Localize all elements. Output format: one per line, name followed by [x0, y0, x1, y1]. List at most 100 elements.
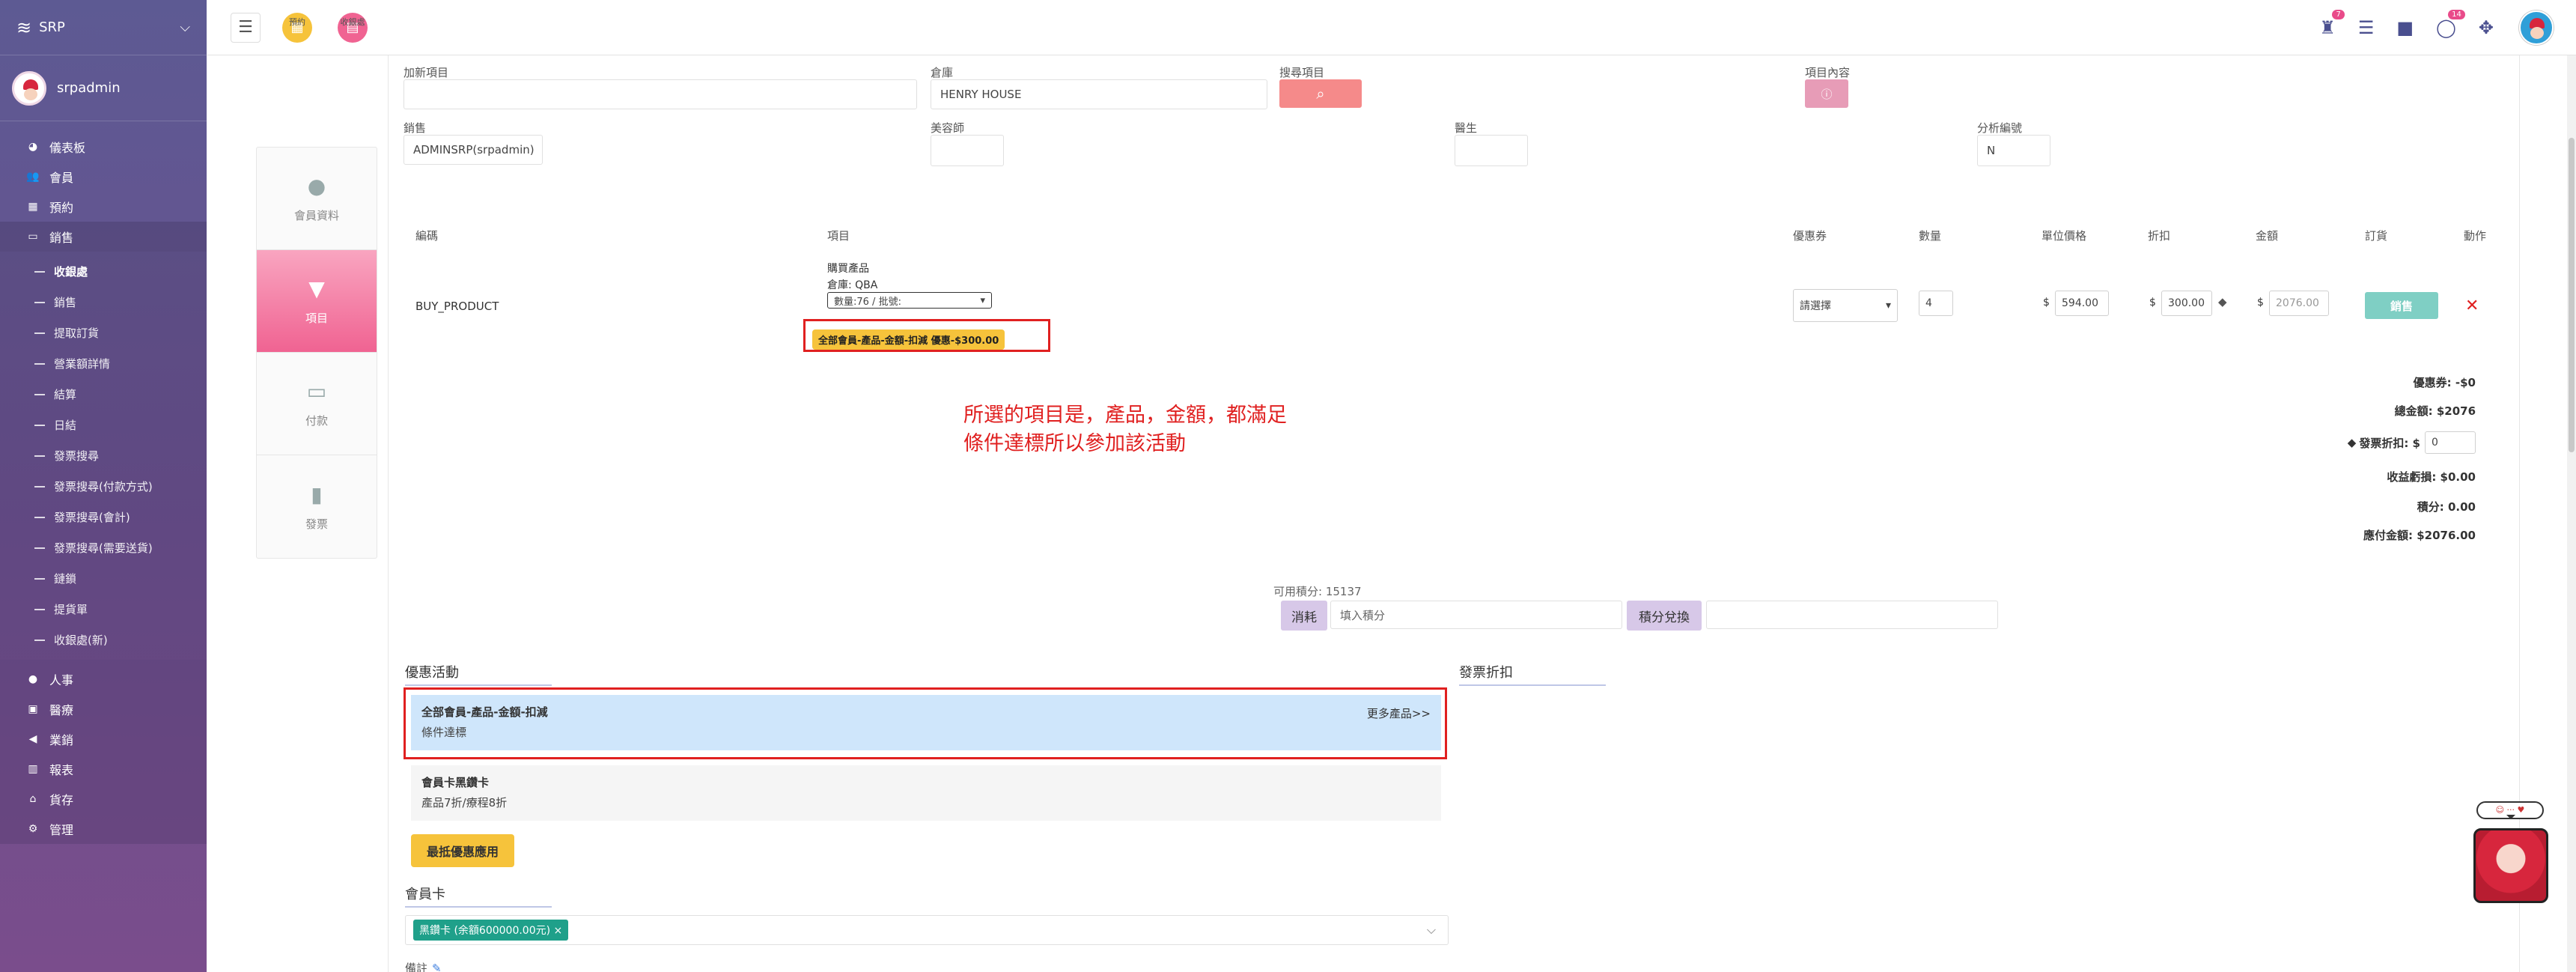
- promo-item-selected[interactable]: 全部會員-產品-金額-扣減 條件達標 更多產品>>: [411, 695, 1441, 750]
- submenu-item-invoice-search-payment[interactable]: 發票搜尋(付款方式): [0, 471, 207, 502]
- content-area: ● 會員資料 ▼ 項目 ▭ 付款 ▮ 發票 加新項目 倉庫 HENRY HOUSE 搜尋…: [207, 55, 2576, 972]
- gift-icon[interactable]: ♜ 7: [2319, 9, 2345, 38]
- user-panel[interactable]: srpadmin: [0, 55, 207, 121]
- submenu-item-invoice-search[interactable]: 發票搜尋: [0, 440, 207, 471]
- beautician-field[interactable]: [931, 135, 1004, 166]
- card-icon: ▭: [306, 379, 327, 404]
- submenu-item-cashier[interactable]: 收銀處: [0, 256, 207, 287]
- redeem-points-button[interactable]: 積分兌換: [1627, 601, 1702, 631]
- submenu-item-pickup-slip[interactable]: 提貨單: [0, 594, 207, 625]
- mascot-widget[interactable]: ☺ ··· ♥: [2470, 801, 2548, 906]
- scrollbar-thumb[interactable]: [2569, 138, 2575, 452]
- sales-label: 銷售: [404, 121, 427, 135]
- member-card-chip[interactable]: 黑鑽卡 (余額600000.00元) ×: [413, 920, 569, 941]
- doctor-field[interactable]: [1455, 135, 1528, 166]
- info-button[interactable]: ⓘ: [1805, 79, 1848, 108]
- sidebar-item-inventory[interactable]: ⌂ 貨存: [0, 784, 207, 814]
- best-offer-button[interactable]: 最抵優惠應用: [411, 834, 514, 867]
- person-icon: ●: [307, 174, 326, 198]
- search-button[interactable]: ⌕: [1279, 79, 1362, 108]
- unit-price-currency: $: [2043, 297, 2050, 309]
- user-avatar[interactable]: [2519, 10, 2554, 45]
- sidebar-nav-bottom: ● 人事 ▣ 醫療 ◀ 業銷 ▥ 報表 ⌂ 貨存 ⚙ 管理: [0, 660, 207, 844]
- more-products-link[interactable]: 更多產品>>: [1367, 705, 1431, 721]
- row-code: BUY_PRODUCT: [415, 300, 499, 313]
- cashier-label: 收銀處: [340, 16, 365, 27]
- submenu-item-revenue-detail[interactable]: 營業額詳情: [0, 348, 207, 379]
- analysis-field[interactable]: N: [1977, 135, 2050, 166]
- col-code: 編碼: [415, 229, 439, 243]
- cart-icon: ▼: [308, 276, 325, 301]
- sales-person-field[interactable]: ADMINSRP(srpadmin): [404, 135, 543, 165]
- summary-rounding: 收益虧損: $0.00: [2387, 470, 2476, 484]
- submenu-item-daily-close[interactable]: 日結: [0, 410, 207, 440]
- unit-price-value: 594.00: [2062, 297, 2098, 309]
- submenu-item-pickup-order[interactable]: 提取訂貨: [0, 318, 207, 348]
- submenu-item-invoice-search-delivery[interactable]: 發票搜尋(需要送貨): [0, 532, 207, 563]
- cashier-quick-button[interactable]: ▤ 收銀處: [334, 12, 371, 43]
- dash-icon: [34, 393, 45, 395]
- close-icon[interactable]: ×: [554, 925, 563, 937]
- sales-person-value: ADMINSRP(srpadmin): [413, 143, 535, 157]
- summary-total: 總金額: $2076: [2394, 404, 2476, 418]
- summary-points: 積分: 0.00: [2417, 500, 2476, 514]
- appointment-quick-button[interactable]: ▦ 預約: [278, 12, 316, 43]
- fullscreen-icon[interactable]: ✥: [2479, 17, 2494, 38]
- sidebar-item-sales[interactable]: ▭ 銷售: [0, 222, 207, 252]
- avatar: [12, 70, 46, 106]
- member-card-select[interactable]: 黑鑽卡 (余額600000.00元) × ⌵: [405, 915, 1449, 945]
- sidebar-item-marketing[interactable]: ◀ 業銷: [0, 724, 207, 754]
- order-summary: 優惠券: -$0 總金額: $2076 ◆ 發票折扣: $ 0 收益虧損: $0…: [2176, 55, 2476, 580]
- batch-select[interactable]: 數量:76 / 批號: ▾: [827, 292, 992, 309]
- vertical-scrollbar[interactable]: [2567, 55, 2576, 972]
- sidebar-item-dashboard[interactable]: ◕ 儀表板: [0, 132, 207, 162]
- submenu-item-settlement[interactable]: 結算: [0, 379, 207, 410]
- sidebar-item-admin[interactable]: ⚙ 管理: [0, 814, 207, 844]
- sidebar-item-hr[interactable]: ● 人事: [0, 664, 207, 694]
- checklist-icon[interactable]: ☰: [2358, 17, 2375, 38]
- promo-item[interactable]: 會員卡黑鑽卡 產品7折/療程8折: [411, 765, 1441, 821]
- tab-payment[interactable]: ▭ 付款: [257, 353, 377, 455]
- menu-toggle-icon[interactable]: ☰: [231, 12, 261, 43]
- promotions-title: 優惠活動: [405, 662, 552, 686]
- submenu-item-cashier-new[interactable]: 收銀處(新): [0, 625, 207, 655]
- app-name: SRP: [39, 19, 65, 35]
- top-bar: ☰ ▦ 預約 ▤ 收銀處 ♜ 7 ☰ ■ ◯ 14 ✥: [207, 0, 2576, 55]
- invoice-discount-input[interactable]: 0: [2425, 431, 2476, 454]
- sidebar-item-members[interactable]: 👥 會員: [0, 162, 207, 192]
- sidebar-item-reports[interactable]: ▥ 報表: [0, 754, 207, 784]
- invoice-discount-row: ◆ 發票折扣: $ 0: [2348, 431, 2476, 454]
- sidebar-item-medical[interactable]: ▣ 醫療: [0, 694, 207, 724]
- points-input-placeholder: 填入積分: [1340, 608, 1386, 622]
- tab-member-info[interactable]: ● 會員資料: [257, 148, 377, 250]
- qty-input[interactable]: 4: [1919, 291, 1953, 316]
- dash-icon: [34, 270, 45, 273]
- points-input[interactable]: 填入積分: [1330, 601, 1622, 629]
- submenu-item-sales[interactable]: 銷售: [0, 287, 207, 318]
- brand-header[interactable]: ≋ SRP ⌵: [0, 0, 207, 55]
- summary-coupon: 優惠券: -$0: [2413, 376, 2476, 389]
- unit-price-input[interactable]: 594.00: [2055, 291, 2109, 316]
- chat-icon[interactable]: ◯ 14: [2436, 9, 2465, 38]
- remark-label: 備註: [405, 962, 428, 972]
- member-card-chip-label: 黑鑽卡 (余額600000.00元): [419, 925, 551, 937]
- mascot-image: [2473, 828, 2548, 903]
- chevron-down-icon[interactable]: ⌵: [180, 19, 190, 35]
- warehouse-icon: ⌂: [29, 793, 37, 805]
- coupon-select[interactable]: 請選擇 ▾: [1793, 289, 1898, 322]
- cashier-tabs: ● 會員資料 ▼ 項目 ▭ 付款 ▮ 發票: [256, 147, 377, 559]
- tab-items[interactable]: ▼ 項目: [257, 250, 377, 353]
- tab-label: 發票: [305, 517, 328, 531]
- warehouse-select[interactable]: HENRY HOUSE: [931, 79, 1267, 109]
- qty-value: 4: [1925, 297, 1932, 309]
- tab-invoice[interactable]: ▮ 發票: [257, 455, 377, 558]
- submenu-item-chain[interactable]: 鏈鎖: [0, 563, 207, 594]
- add-item-input[interactable]: [404, 79, 917, 109]
- submenu-item-invoice-search-accounting[interactable]: 發票搜尋(會計): [0, 502, 207, 532]
- consume-points-button[interactable]: 消耗: [1281, 601, 1327, 631]
- redeem-points-input[interactable]: [1706, 601, 1998, 629]
- edit-icon[interactable]: ✎: [432, 962, 442, 972]
- sales-icon: ▭: [28, 231, 38, 243]
- sidebar-item-appointments[interactable]: ▦ 預約: [0, 192, 207, 222]
- video-icon[interactable]: ■: [2396, 17, 2414, 38]
